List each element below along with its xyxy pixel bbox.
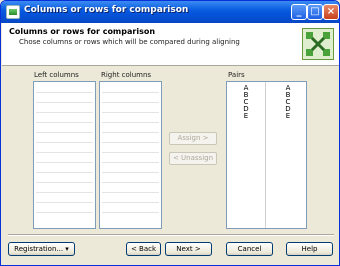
right-columns-label: Right columns <box>101 71 152 79</box>
registration-button[interactable]: Registration... ▾ <box>8 242 75 256</box>
pairs-label: Pairs <box>228 71 245 79</box>
dialog-window: Columns or rows for comparison _ □ × Col… <box>0 0 340 266</box>
pairs-right-column: A B C D E <box>278 85 298 120</box>
pairs-left-column: A B C D E <box>236 85 256 120</box>
next-button[interactable]: Next > <box>165 242 212 256</box>
compare-logo-icon <box>302 28 334 60</box>
maximize-button[interactable]: □ <box>307 4 323 20</box>
help-button[interactable]: Help <box>286 242 333 256</box>
right-columns-list[interactable] <box>99 81 162 229</box>
minimize-button[interactable]: _ <box>291 4 307 20</box>
list-item[interactable]: E <box>236 113 256 120</box>
header-title: Columns or rows for comparison <box>9 27 156 36</box>
close-button[interactable]: × <box>323 4 339 20</box>
app-icon <box>6 5 20 19</box>
wizard-header: Columns or rows for comparison Chose col… <box>2 23 339 66</box>
dropdown-arrow-icon: ▾ <box>65 245 69 253</box>
footer-divider <box>8 234 334 236</box>
left-columns-list[interactable] <box>33 81 96 229</box>
header-subtitle: Chose columns or rows which will be comp… <box>19 38 240 46</box>
cancel-button[interactable]: Cancel <box>226 242 273 256</box>
unassign-button[interactable]: < Unassign <box>169 152 217 165</box>
list-item[interactable]: E <box>278 113 298 120</box>
registration-label: Registration... <box>14 245 64 253</box>
back-button[interactable]: < Back <box>126 242 161 256</box>
title-bar[interactable]: Columns or rows for comparison _ □ × <box>1 1 339 23</box>
window-title: Columns or rows for comparison <box>24 5 189 15</box>
left-columns-label: Left columns <box>34 71 79 79</box>
pairs-list[interactable]: A B C D E A B C D E <box>226 81 307 229</box>
assign-button[interactable]: Assign > <box>169 132 217 145</box>
